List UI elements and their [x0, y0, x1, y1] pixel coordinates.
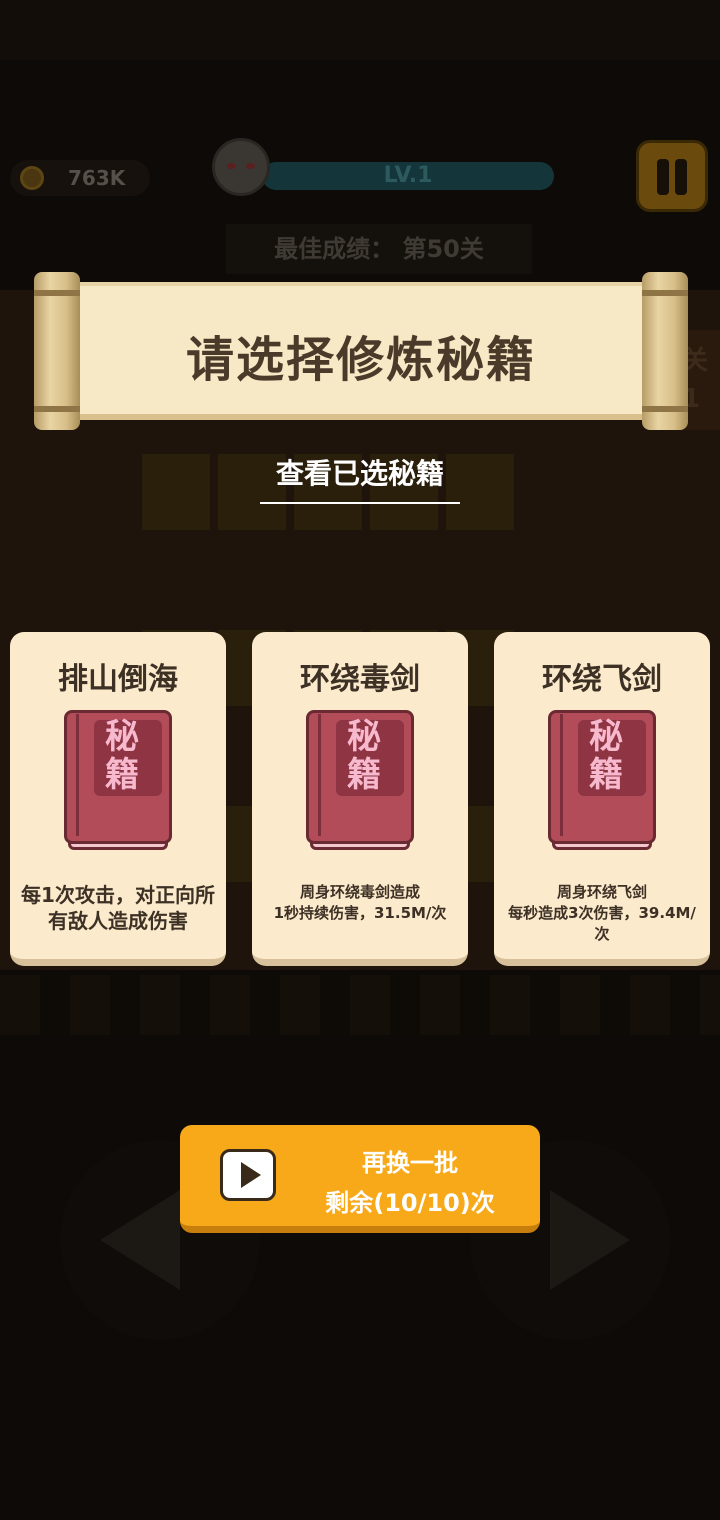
skill-card-title: 环绕飞剑	[542, 662, 662, 697]
skill-card[interactable]: 排山倒海 秘 籍 每1次攻击，对正向所有敌人造成伤害	[10, 632, 226, 966]
book-icon-char: 秘	[105, 717, 139, 757]
skill-card-title: 环绕毒剑	[300, 662, 420, 697]
skill-card-description: 周身环绕毒剑造成 1秒持续伤害，31.5M/次	[260, 882, 460, 924]
coin-amount: 763K	[68, 166, 126, 190]
refresh-remaining-count: 剩余(10/10)次	[325, 1189, 495, 1217]
level-text: LV.1	[383, 163, 433, 188]
skill-card-description-line: 1秒持续伤害，31.5M/次	[273, 904, 447, 922]
dialog-title: 请选择修炼秘籍	[185, 332, 536, 388]
level-progress-bar: LV.1	[262, 162, 554, 190]
secret-book-icon: 秘 籍	[548, 710, 656, 854]
skill-card-description-line: 每秒造成3次伤害，39.4M/次	[508, 904, 696, 943]
secret-book-icon: 秘 籍	[306, 710, 414, 854]
pause-button[interactable]	[636, 140, 708, 212]
skill-card[interactable]: 环绕飞剑 秘 籍 周身环绕飞剑 每秒造成3次伤害，39.4M/次	[494, 632, 710, 966]
scroll-roll-left	[34, 272, 80, 430]
scroll-roll-right	[642, 272, 688, 430]
title-scroll: 请选择修炼秘籍	[34, 272, 688, 430]
skill-card-title: 排山倒海	[58, 662, 178, 697]
board-cell	[142, 454, 210, 530]
skill-card[interactable]: 环绕毒剑 秘 籍 周身环绕毒剑造成 1秒持续伤害，31.5M/次	[252, 632, 468, 966]
skill-card-description-line: 周身环绕毒剑造成	[299, 883, 420, 901]
ground-stripes	[0, 975, 720, 1035]
skill-card-description-line: 周身环绕飞剑	[556, 883, 647, 901]
coin-counter: 763K	[10, 160, 150, 196]
play-video-icon	[220, 1149, 276, 1201]
coin-icon	[20, 166, 44, 190]
book-icon-char: 籍	[105, 755, 139, 795]
book-icon-char: 秘	[347, 717, 381, 757]
book-icon-char: 籍	[589, 755, 623, 795]
refresh-button-label: 再换一批	[362, 1149, 458, 1177]
view-selected-books-link[interactable]: 查看已选秘籍	[260, 454, 460, 504]
best-score: 最佳成绩： 第50关	[226, 224, 532, 274]
skill-card-list: 排山倒海 秘 籍 每1次攻击，对正向所有敌人造成伤害 环绕毒剑 秘 籍 周身环绕…	[10, 632, 710, 968]
book-icon-char: 秘	[589, 717, 623, 757]
player-avatar	[212, 138, 270, 196]
refresh-batch-button[interactable]: 再换一批 剩余(10/10)次	[180, 1125, 540, 1233]
skill-card-description: 周身环绕飞剑 每秒造成3次伤害，39.4M/次	[502, 882, 702, 945]
skill-card-description: 每1次攻击，对正向所有敌人造成伤害	[21, 883, 215, 933]
book-icon-char: 籍	[347, 755, 381, 795]
top-bar-background	[0, 0, 720, 60]
secret-book-icon: 秘 籍	[64, 710, 172, 854]
